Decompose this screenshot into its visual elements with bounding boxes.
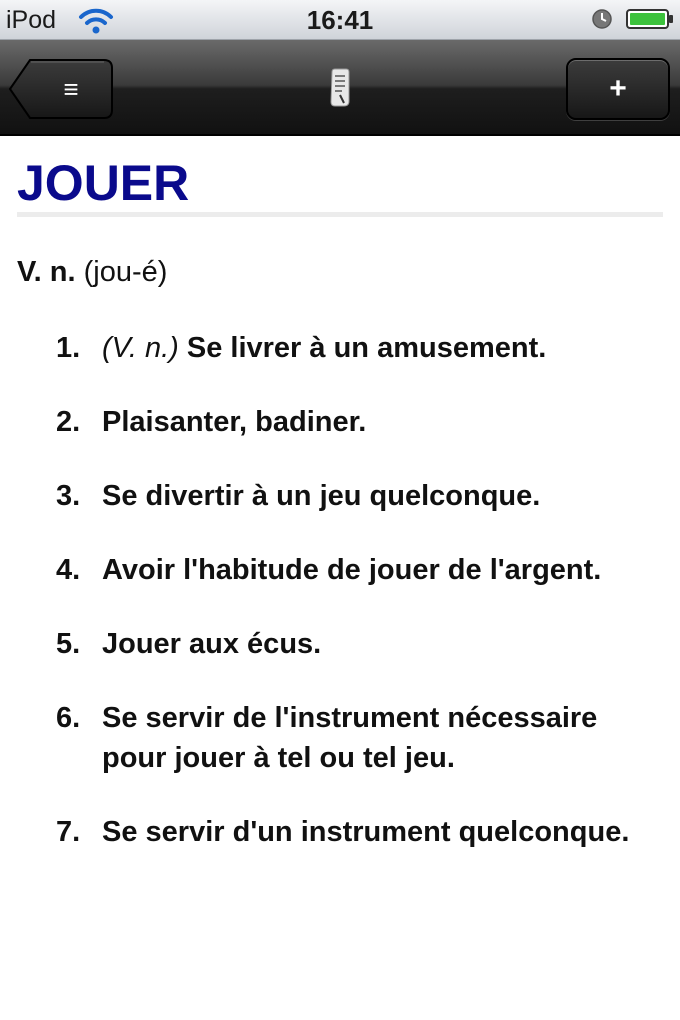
definition-number: 1.: [56, 332, 81, 364]
battery-icon: [626, 9, 673, 29]
definition-text: Avoir l'habitude de jouer de l'argent.: [102, 554, 602, 586]
navigation-bar: ≡ +: [0, 40, 680, 136]
definition-number: 7.: [56, 816, 81, 848]
title-divider: [17, 212, 663, 217]
definition-item: 3. Se divertir à un jeu quelconque.: [0, 476, 680, 516]
definition-number: 2.: [56, 406, 81, 438]
definition-item: 4. Avoir l'habitude de jouer de l'argent…: [0, 550, 680, 590]
menu-icon: ≡: [63, 74, 79, 104]
definition-item: 2. Plaisanter, badiner.: [0, 402, 680, 442]
clock-icon: [592, 9, 612, 29]
pos-label: V. n.: [17, 256, 76, 288]
definition-text: Se divertir à un jeu quelconque.: [102, 480, 541, 512]
pronunciation: (jou-é): [83, 256, 168, 288]
scroll-icon: [330, 68, 350, 107]
menu-back-button[interactable]: ≡: [8, 58, 114, 120]
definition-number: 6.: [56, 702, 81, 734]
definition-number: 3.: [56, 480, 81, 512]
definition-number: 4.: [56, 554, 81, 586]
definition-number: 5.: [56, 628, 81, 660]
definition-tag: (V. n.): [102, 332, 179, 364]
part-of-speech: V. n. (jou-é): [17, 254, 167, 290]
status-time: 16:41: [306, 5, 374, 35]
definition-text: Se servir d'un instrument quelconque.: [102, 816, 630, 848]
add-button[interactable]: +: [566, 58, 670, 120]
definition-item: 7. Se servir d'un instrument quelconque.: [0, 812, 680, 852]
definition-text: Se servir de l'instrument nécessaire pou…: [102, 702, 598, 774]
page-title: JOUER: [17, 155, 190, 211]
status-bar: iPod 16:41: [0, 0, 680, 40]
definition-list: 1. (V. n.) Se livrer à un amusement. 2. …: [0, 328, 680, 886]
definition-text: Plaisanter, badiner.: [102, 406, 367, 438]
definition-item: 5. Jouer aux écus.: [0, 624, 680, 664]
definition-text: Se livrer à un amusement.: [186, 332, 547, 364]
definition-item: 1. (V. n.) Se livrer à un amusement.: [0, 328, 680, 368]
entry-content: JOUER V. n. (jou-é) 1. (V. n.) Se livrer…: [0, 136, 680, 1020]
definition-text: Jouer aux écus.: [102, 628, 322, 660]
definition-item: 6. Se servir de l'instrument nécessaire …: [0, 698, 680, 778]
